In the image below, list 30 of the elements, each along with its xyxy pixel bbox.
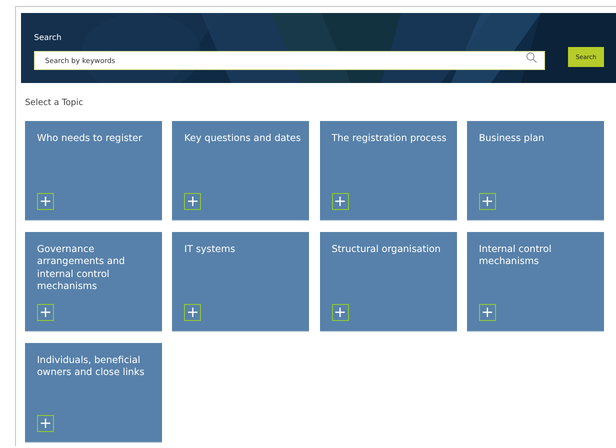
topic-title: Key questions and dates: [184, 133, 302, 146]
expand-button[interactable]: +: [332, 193, 349, 210]
expand-button[interactable]: +: [332, 304, 349, 321]
expand-button[interactable]: +: [184, 304, 202, 321]
topic-card[interactable]: Individuals, beneficial owners and close links +: [25, 343, 162, 443]
topic-title: Structural organisation: [332, 244, 442, 256]
topic-title: IT systems: [184, 244, 236, 256]
search-label: Search: [34, 33, 62, 42]
topic-card[interactable]: Internal control mechanisms +: [466, 232, 604, 332]
expand-button[interactable]: +: [37, 193, 54, 210]
expand-button[interactable]: +: [478, 193, 496, 210]
search-icon[interactable]: [526, 52, 537, 62]
topic-card[interactable]: The registration process +: [320, 121, 457, 221]
topic-card[interactable]: IT systems +: [172, 232, 310, 332]
topic-title: Individuals, beneficial owners and close links: [37, 355, 146, 380]
topic-title: The registration process: [332, 133, 448, 146]
topic-card[interactable]: Key questions and dates +: [172, 121, 310, 221]
expand-button[interactable]: +: [478, 304, 496, 321]
topic-title: Business plan: [478, 133, 546, 146]
topic-card[interactable]: Governance arrangements and internal control mechanisms +: [25, 232, 162, 332]
topic-card[interactable]: Business plan +: [466, 121, 604, 221]
expand-button[interactable]: +: [184, 193, 202, 210]
topic-card[interactable]: Who needs to register +: [25, 121, 162, 221]
section-heading: Select a Topic: [25, 98, 84, 108]
topic-title: Internal control mechanisms: [478, 244, 552, 269]
expand-button[interactable]: +: [37, 304, 54, 321]
expand-button[interactable]: +: [37, 415, 54, 432]
topic-card[interactable]: Structural organisation +: [320, 232, 457, 332]
topic-title: Who needs to register: [37, 133, 144, 146]
topic-title: Governance arrangements and internal control mechanisms: [37, 244, 126, 294]
